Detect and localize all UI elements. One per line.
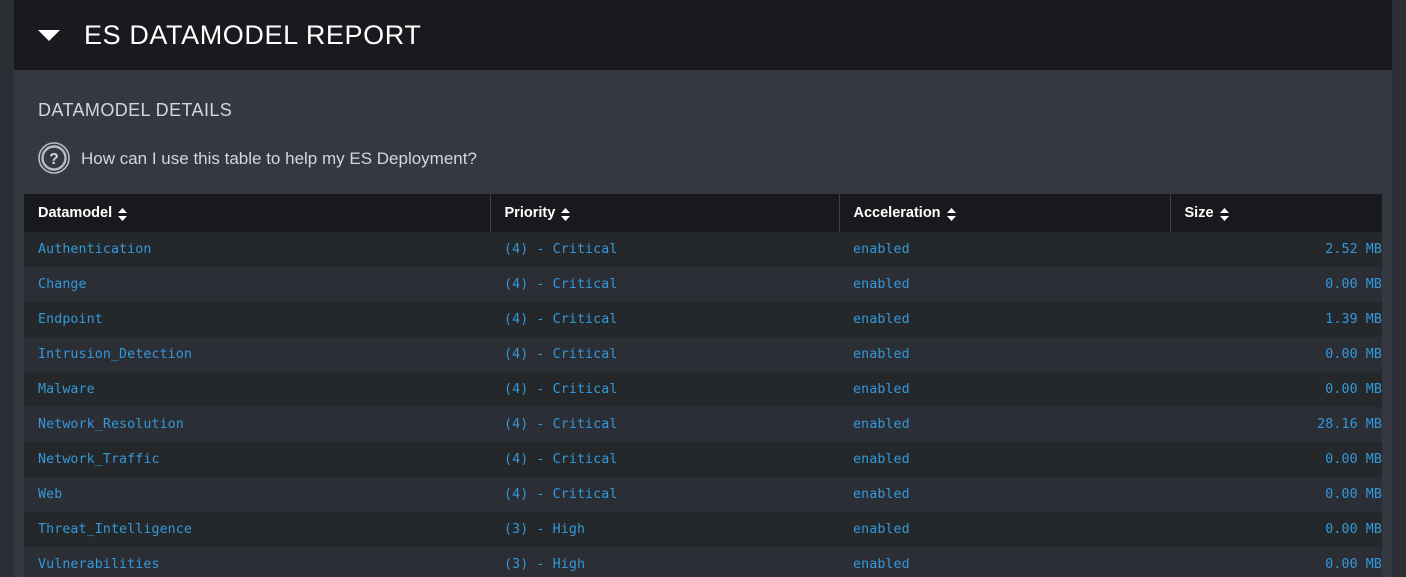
cell-priority[interactable]: (4) - Critical [490,302,839,337]
cell-acceleration[interactable]: enabled [839,372,1170,407]
caret-down-icon[interactable] [38,29,60,41]
cell-acceleration[interactable]: enabled [839,407,1170,442]
cell-size[interactable]: 1.39 MB [1170,302,1382,337]
cell-size[interactable]: 28.16 MB [1170,407,1382,442]
cell-priority[interactable]: (4) - Critical [490,477,839,512]
table-row[interactable]: Web (4) - Critical enabled 0.00 MB [24,477,1382,512]
cell-datamodel[interactable]: Intrusion_Detection [24,337,490,372]
table-body: Authentication (4) - Critical enabled 2.52 … [24,232,1382,577]
column-header-label: Datamodel [38,205,113,221]
table-row[interactable]: Change (4) - Critical enabled 0.00 MB [24,267,1382,302]
question-circle-icon[interactable]: ? [38,142,70,174]
column-header-label: Size [1184,205,1214,221]
cell-datamodel[interactable]: Endpoint [24,302,490,337]
cell-size[interactable]: 0.00 MB [1170,337,1382,372]
cell-priority[interactable]: (4) - Critical [490,372,839,407]
cell-datamodel[interactable]: Network_Resolution [24,407,490,442]
cell-size[interactable]: 2.52 MB [1170,232,1382,267]
cell-datamodel[interactable]: Malware [24,372,490,407]
column-header-size[interactable]: Size [1169,194,1382,232]
table-row[interactable]: Network_Traffic (4) - Critical enabled 0.00… [24,442,1382,477]
cell-acceleration[interactable]: enabled [839,442,1170,477]
cell-acceleration[interactable]: enabled [839,337,1170,372]
column-header-label: Priority [504,205,556,221]
cell-priority[interactable]: (4) - Critical [490,407,839,442]
cell-size[interactable]: 0.00 MB [1170,547,1382,577]
sort-updown-icon[interactable] [1219,207,1229,221]
column-header-label: Acceleration [853,205,941,221]
column-header-datamodel[interactable]: Datamodel [24,194,490,232]
panel-body: DATAMODEL DETAILS ? How can I use this t… [14,70,1392,577]
help-link-text[interactable]: How can I use this table to help my ES D… [81,150,477,167]
cell-datamodel[interactable]: Web [24,477,490,512]
cell-acceleration[interactable]: enabled [839,267,1170,302]
sort-updown-icon[interactable] [561,207,571,221]
table-header-row: Datamodel Priority Acceleration Size [24,194,1382,232]
cell-size[interactable]: 0.00 MB [1170,372,1382,407]
cell-priority[interactable]: (4) - Critical [490,267,839,302]
es-datamodel-report-panel: ES DATAMODEL REPORT DATAMODEL DETAILS ? … [14,0,1392,577]
table-row[interactable]: Endpoint (4) - Critical enabled 1.39 MB [24,302,1382,337]
datamodel-table-container: Datamodel Priority Acceleration Size Aut… [24,194,1382,577]
table-row[interactable]: Vulnerabilities (3) - High enabled 0.00 MB [24,547,1382,577]
cell-size[interactable]: 0.00 MB [1170,477,1382,512]
cell-datamodel[interactable]: Threat_Intelligence [24,512,490,547]
cell-priority[interactable]: (3) - High [490,547,839,577]
table-row[interactable]: Threat_Intelligence (3) - High enabled 0.00… [24,512,1382,547]
cell-acceleration[interactable]: enabled [839,512,1170,547]
datamodel-table: Datamodel Priority Acceleration Size Aut… [24,194,1382,577]
column-header-priority[interactable]: Priority [489,194,839,232]
table-row[interactable]: Intrusion_Detection (4) - Critical enabled… [24,337,1382,372]
cell-acceleration[interactable]: enabled [839,302,1170,337]
cell-size[interactable]: 0.00 MB [1170,442,1382,477]
cell-size[interactable]: 0.00 MB [1170,267,1382,302]
cell-acceleration[interactable]: enabled [839,547,1170,577]
table-row[interactable]: Authentication (4) - Critical enabled 2.52 … [24,232,1382,267]
cell-priority[interactable]: (3) - High [490,512,839,547]
sort-updown-icon[interactable] [118,207,128,221]
help-row[interactable]: ? How can I use this table to help my ES… [14,121,1392,174]
cell-datamodel[interactable]: Network_Traffic [24,442,490,477]
dashboard-page: ES DATAMODEL REPORT DATAMODEL DETAILS ? … [0,0,1406,577]
cell-datamodel[interactable]: Authentication [24,232,490,267]
cell-size[interactable]: 0.00 MB [1170,512,1382,547]
cell-priority[interactable]: (4) - Critical [490,442,839,477]
cell-priority[interactable]: (4) - Critical [490,337,839,372]
table-row[interactable]: Network_Resolution (4) - Critical enabled 2… [24,407,1382,442]
cell-priority[interactable]: (4) - Critical [490,232,839,267]
cell-acceleration[interactable]: enabled [839,232,1170,267]
page-title: ES DATAMODEL REPORT [84,19,422,50]
sort-updown-icon[interactable] [946,207,956,221]
table-header: Datamodel Priority Acceleration Size [24,194,1382,232]
svg-text:?: ? [49,151,58,168]
section-title: DATAMODEL DETAILS [38,100,233,120]
cell-acceleration[interactable]: enabled [839,477,1170,512]
table-row[interactable]: Malware (4) - Critical enabled 0.00 MB [24,372,1382,407]
column-header-acceleration[interactable]: Acceleration [838,194,1170,232]
cell-datamodel[interactable]: Change [24,267,490,302]
cell-datamodel[interactable]: Vulnerabilities [24,547,490,577]
panel-header[interactable]: ES DATAMODEL REPORT [14,0,1392,70]
